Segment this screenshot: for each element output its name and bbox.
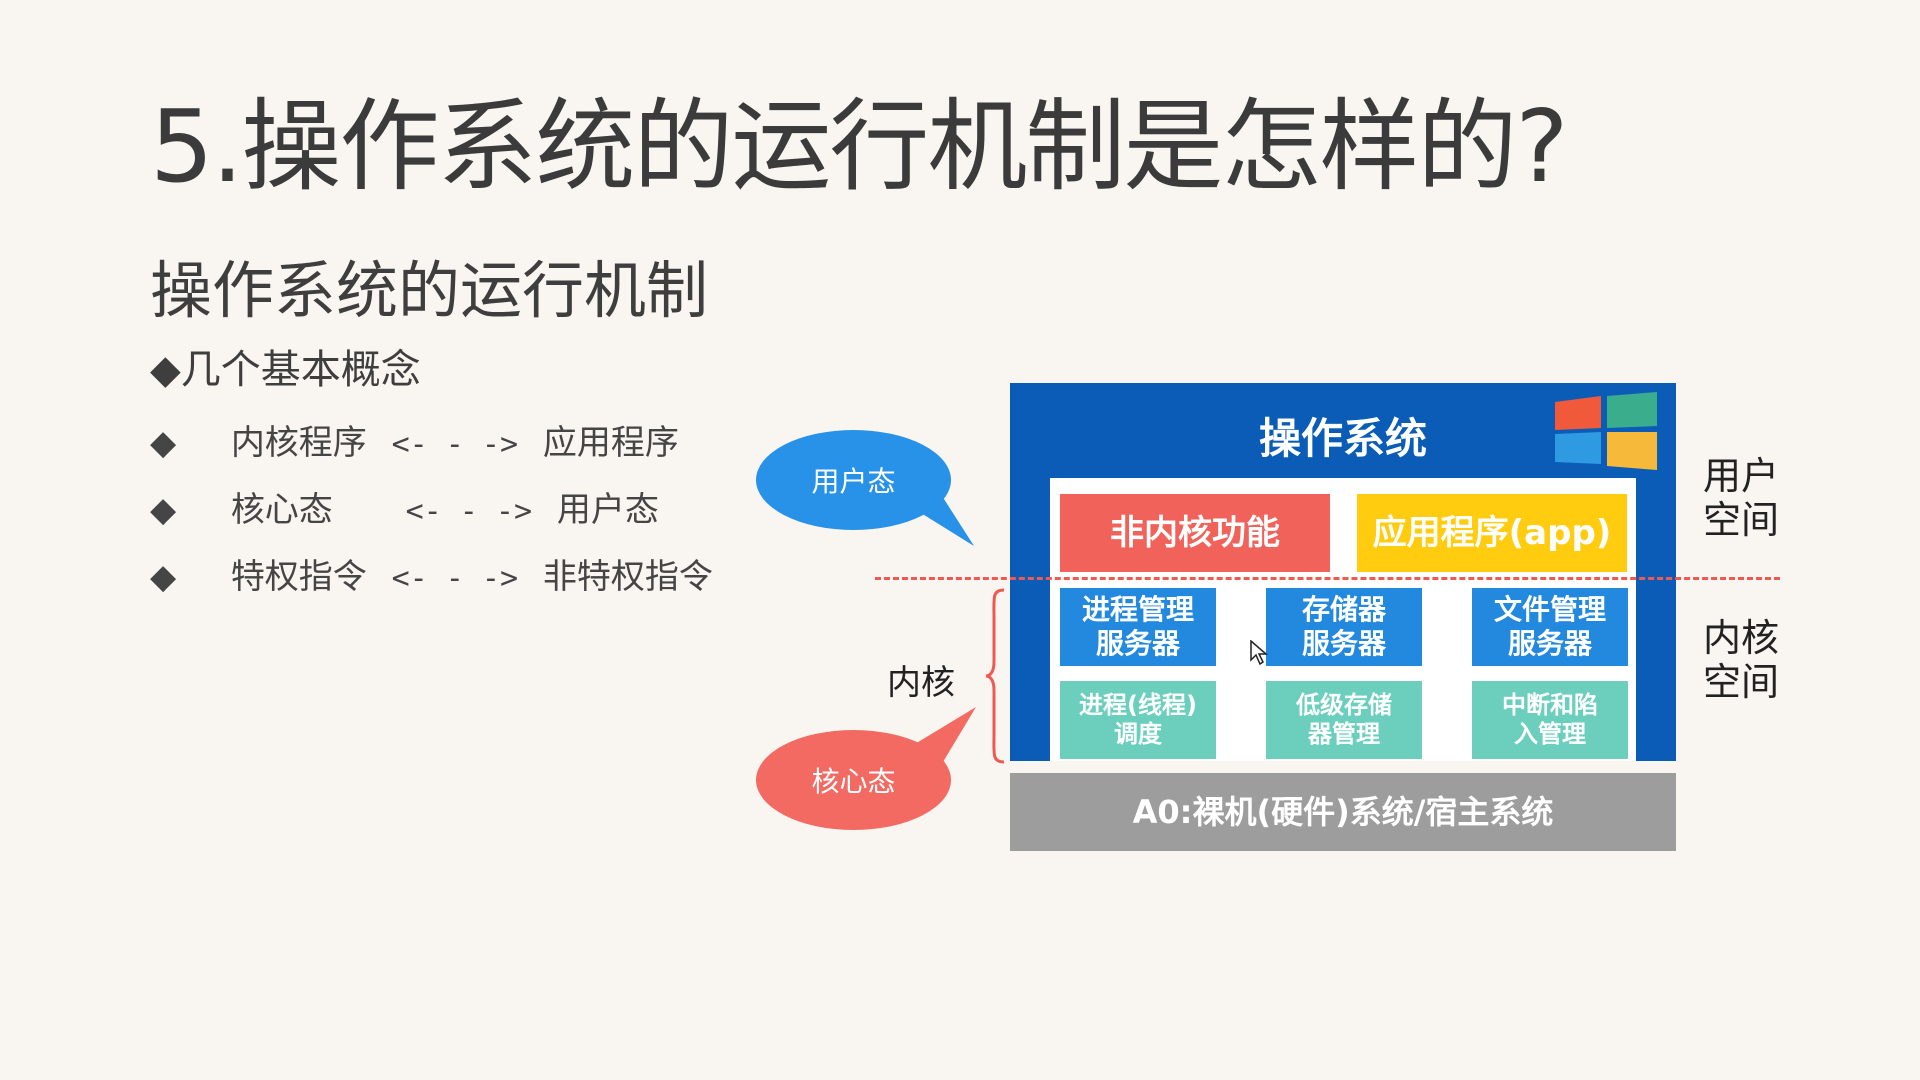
hardware-bar: A0:裸机(硬件)系统/宿主系统 (1010, 773, 1676, 851)
box-line: 中断和陷 (1502, 691, 1598, 720)
concept-left: 特权指令 (230, 557, 367, 597)
diamond-bullet-icon: ◆ (150, 490, 177, 530)
user-mode-bubble: 用户态 (756, 430, 951, 530)
low-level-memory-box: 低级存储 器管理 (1266, 681, 1422, 759)
box-line: 文件管理 (1493, 593, 1606, 627)
box-line: 服务器 (1507, 627, 1592, 660)
box-line: 入管理 (1514, 720, 1586, 748)
label-line: 用户 (1703, 454, 1780, 498)
non-kernel-function-box: 非内核功能 (1060, 494, 1330, 572)
concept-left: 内核程序 (230, 423, 367, 463)
slide-title: 5.操作系统的运行机制是怎样的? (150, 88, 1568, 205)
box-line: 进程(线程) (1079, 691, 1197, 720)
kernel-brace (985, 588, 1005, 764)
box-line: 服务器 (1301, 627, 1386, 660)
concepts-heading: ◆几个基本概念 (150, 347, 421, 393)
concept-arrow: <- - -> (391, 561, 519, 596)
box-line: 器管理 (1308, 720, 1380, 748)
concept-row: ◆ 特权指令 <- - -> 非特权指令 (150, 549, 713, 598)
interrupt-trap-box: 中断和陷 入管理 (1472, 681, 1628, 759)
diamond-bullet-icon: ◆ (150, 557, 177, 597)
concept-arrow: <- - -> (391, 427, 519, 462)
kernel-label: 内核 (887, 663, 955, 703)
box-line: 调度 (1114, 720, 1162, 748)
section-subtitle: 操作系统的运行机制 (150, 254, 709, 327)
memory-server-box: 存储器 服务器 (1266, 588, 1422, 666)
box-line: 进程管理 (1081, 593, 1194, 627)
file-management-server-box: 文件管理 服务器 (1472, 588, 1628, 666)
concept-row: ◆ 核心态 <- - -> 用户态 (150, 482, 659, 531)
user-kernel-divider (875, 577, 1780, 580)
kernel-space-label: 内核 空间 (1703, 616, 1780, 704)
concept-right: 应用程序 (542, 423, 679, 463)
box-line: 存储器 (1301, 593, 1386, 627)
diamond-bullet-icon: ◆ (150, 423, 177, 463)
application-box: 应用程序(app) (1357, 494, 1627, 572)
label-line: 内核 (1703, 616, 1780, 660)
process-scheduling-box: 进程(线程) 调度 (1060, 681, 1216, 759)
box-line: 低级存储 (1296, 691, 1392, 720)
label-line: 空间 (1703, 659, 1780, 704)
user-space-label: 用户 空间 (1703, 454, 1780, 542)
concept-left: 核心态 (230, 490, 333, 530)
concept-right: 非特权指令 (542, 557, 713, 597)
mouse-cursor-icon (1250, 640, 1268, 666)
process-management-server-box: 进程管理 服务器 (1060, 588, 1216, 666)
kernel-mode-bubble: 核心态 (756, 730, 951, 830)
concept-arrow: <- - -> (405, 494, 533, 529)
label-line: 空间 (1703, 497, 1780, 542)
windows-logo-icon (1555, 392, 1657, 470)
concept-right: 用户态 (556, 490, 659, 530)
box-line: 服务器 (1095, 627, 1180, 660)
concept-row: ◆ 内核程序 <- - -> 应用程序 (150, 415, 679, 464)
